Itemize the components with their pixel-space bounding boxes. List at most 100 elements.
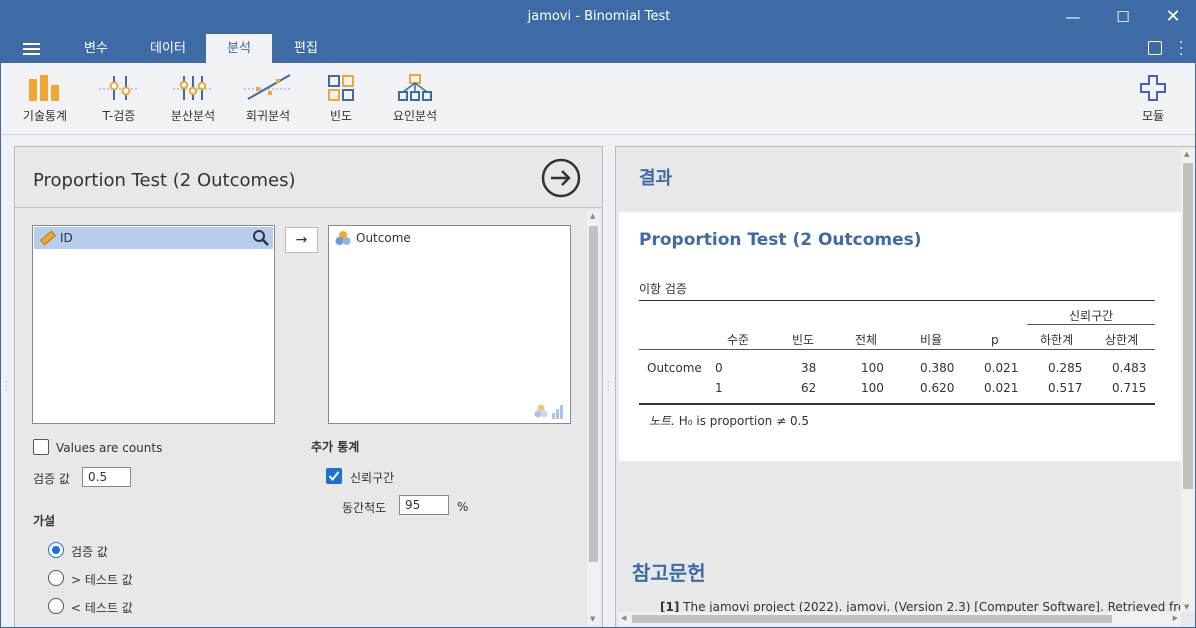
- scroll-down-icon[interactable]: ▼: [1184, 603, 1189, 611]
- hypothesis-greater-radio[interactable]: [48, 570, 64, 586]
- variable-name: Outcome: [356, 231, 411, 245]
- cell-level: 1: [715, 381, 723, 395]
- hypothesis-equal-radio[interactable]: [48, 542, 64, 558]
- cell-upper: 0.715: [1112, 381, 1147, 395]
- cell-total: 100: [861, 381, 884, 395]
- ttests-label: T-검증: [102, 109, 136, 123]
- move-variable-button[interactable]: →: [285, 227, 318, 253]
- test-value-label: 검증 값: [33, 472, 70, 486]
- hypothesis-equal-label: 검증 값: [71, 545, 108, 559]
- bar-chart-icon: [29, 75, 59, 101]
- left-splitter-handle[interactable]: · · ·: [5, 379, 8, 395]
- scroll-right-icon[interactable]: ▶: [1173, 614, 1178, 622]
- search-icon[interactable]: [252, 229, 270, 247]
- col-header-upper: 상한계: [1105, 333, 1139, 347]
- table-header-rule: [639, 349, 1155, 350]
- variable-item-outcome[interactable]: Outcome: [330, 227, 569, 249]
- results-panel: 결과 Proportion Test (2 Outcomes) 이항 검증 신뢰…: [615, 146, 1195, 627]
- analysis-title: Proportion Test (2 Outcomes): [33, 170, 296, 191]
- source-variable-list[interactable]: ID: [32, 225, 275, 424]
- scroll-thumb[interactable]: [589, 226, 598, 562]
- anova-button[interactable]: 분산분석: [167, 73, 219, 124]
- regression-label: 회귀분석: [245, 109, 291, 123]
- test-value-input[interactable]: 0.5: [82, 467, 131, 487]
- menu-bar: 변수 데이터 분석 편집 · · ·: [1, 34, 1195, 63]
- factor-button[interactable]: 요인분석: [389, 73, 441, 124]
- hypothesis-less-label: < 테스트 값: [71, 601, 133, 615]
- hypothesis-less-radio[interactable]: [48, 598, 64, 614]
- tab-analyses[interactable]: 분석: [206, 34, 272, 63]
- header-divider: [15, 207, 602, 208]
- more-options-icon[interactable]: · · ·: [1179, 36, 1183, 62]
- col-header-total: 전체: [855, 333, 878, 347]
- ttest-icon: [99, 76, 139, 100]
- scroll-thumb[interactable]: [1183, 163, 1193, 489]
- cell-prop: 0.620: [920, 381, 955, 395]
- additional-stats-heading: 추가 통계: [311, 440, 360, 454]
- table-note: 노트. H₀ is proportion ≠ 0.5: [649, 412, 809, 429]
- tab-data[interactable]: 데이터: [135, 34, 201, 63]
- values-are-counts-checkbox[interactable]: [33, 439, 49, 455]
- ttests-button[interactable]: T-검증: [95, 73, 143, 124]
- run-arrow-icon[interactable]: [541, 158, 581, 198]
- hscroll-thumb[interactable]: [632, 615, 1112, 623]
- interval-unit: %: [457, 500, 469, 514]
- modules-button[interactable]: 모듈: [1135, 73, 1171, 124]
- scroll-down-icon[interactable]: ▼: [590, 615, 595, 623]
- ci-group-header: 신뢰구간: [1069, 309, 1114, 323]
- cell-total: 100: [861, 361, 884, 375]
- scroll-up-icon[interactable]: ▲: [590, 212, 595, 220]
- results-title: Proportion Test (2 Outcomes): [639, 230, 922, 250]
- cell-lower: 0.285: [1048, 361, 1083, 375]
- factor-label: 요인분석: [392, 109, 438, 123]
- col-header-lower: 하한계: [1040, 333, 1074, 347]
- modules-label: 모듈: [1141, 109, 1165, 123]
- exploration-label: 기술통계: [22, 109, 68, 123]
- checkmark-icon: [328, 471, 340, 482]
- table-title: 이항 검증: [639, 282, 687, 296]
- tab-edit[interactable]: 편집: [277, 34, 335, 63]
- target-variable-list[interactable]: Outcome: [328, 225, 571, 424]
- col-header-p: p: [991, 333, 999, 347]
- results-header: 결과: [639, 168, 673, 189]
- title-bar: jamovi - Binomial Test — ☐ ✕: [1, 1, 1195, 34]
- cell-level: 0: [715, 361, 723, 375]
- cell-p: 0.021: [984, 381, 1019, 395]
- col-header-prop: 비율: [920, 333, 943, 347]
- scroll-left-icon[interactable]: ◀: [621, 614, 626, 622]
- minimize-icon[interactable]: —: [1058, 5, 1088, 29]
- cell-lower: 0.517: [1048, 381, 1083, 395]
- analysis-toolbar: 기술통계 T-검증 분산분석 회귀분석 빈도 요인분석 모듈: [1, 63, 1195, 135]
- cell-count: 62: [801, 381, 817, 395]
- frequencies-label: 빈도: [329, 109, 353, 123]
- frequencies-button[interactable]: 빈도: [321, 73, 361, 124]
- cell-count: 38: [801, 361, 817, 375]
- variable-item-id[interactable]: ID: [34, 227, 273, 249]
- panel-toggle-icon[interactable]: [1148, 41, 1162, 55]
- maximize-icon[interactable]: ☐: [1108, 5, 1138, 29]
- factor-icon: [398, 74, 432, 101]
- col-header-count: 빈도: [792, 333, 815, 347]
- hamburger-menu-icon[interactable]: [23, 43, 40, 55]
- results-hscrollbar[interactable]: ◀ ▶: [618, 612, 1181, 626]
- hypothesis-heading: 가설: [33, 514, 56, 528]
- scroll-up-icon[interactable]: ▲: [1184, 150, 1189, 158]
- cell-prop: 0.380: [920, 361, 955, 375]
- close-icon[interactable]: ✕: [1158, 5, 1188, 29]
- tab-variables[interactable]: 변수: [67, 34, 125, 63]
- splitter-handle[interactable]: · · ·: [607, 379, 610, 395]
- confidence-interval-checkbox[interactable]: [326, 468, 342, 484]
- note-text: H₀ is proportion ≠ 0.5: [678, 414, 810, 428]
- app-window: jamovi - Binomial Test — ☐ ✕ 변수 데이터 분석 편…: [0, 0, 1196, 628]
- references-header: 참고문헌: [632, 561, 706, 585]
- options-scrollbar[interactable]: ▲ ▼: [587, 210, 600, 625]
- anova-icon: [173, 76, 213, 100]
- ruler-icon: [40, 230, 56, 246]
- anova-label: 분산분석: [170, 109, 216, 123]
- note-label: 노트.: [649, 414, 675, 428]
- interval-input[interactable]: 95: [399, 495, 449, 515]
- results-vscrollbar[interactable]: ▲ ▼: [1181, 149, 1195, 612]
- row-var-name: Outcome: [647, 361, 702, 375]
- exploration-button[interactable]: 기술통계: [21, 73, 69, 124]
- regression-button[interactable]: 회귀분석: [242, 73, 294, 124]
